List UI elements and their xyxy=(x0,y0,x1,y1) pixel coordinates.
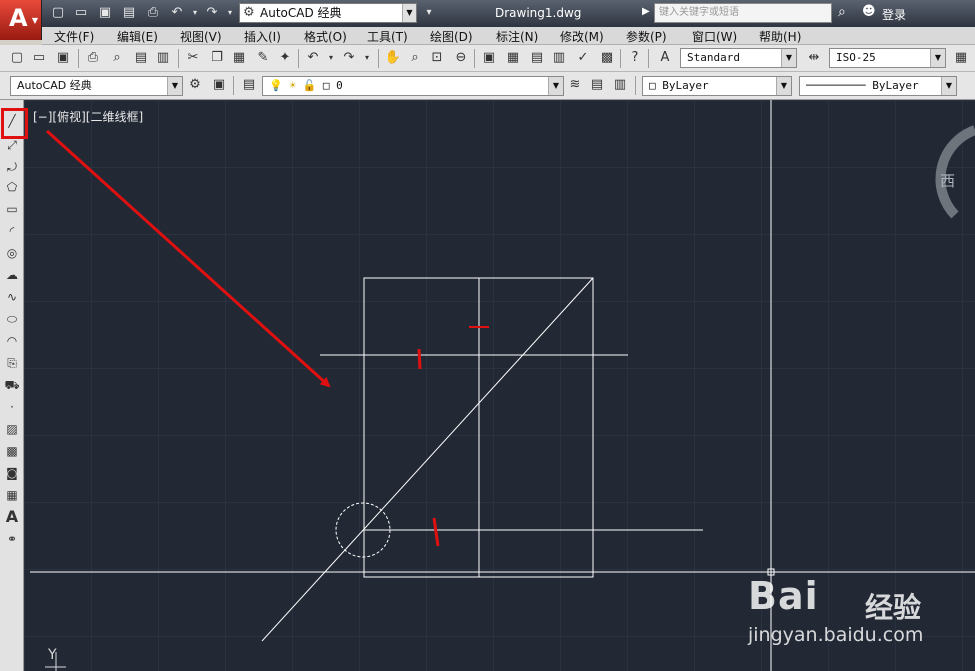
watermark-logo: Bai xyxy=(748,574,819,618)
watermark-suffix: 经验 xyxy=(865,591,922,624)
diagonal-line[interactable] xyxy=(261,277,594,642)
annotation-arrow xyxy=(45,129,331,388)
viewcube-west[interactable]: 西 xyxy=(940,170,955,191)
red-mark xyxy=(432,517,440,547)
line-tool-highlight xyxy=(1,108,28,139)
drawing-geometry xyxy=(30,100,975,671)
watermark-url: jingyan.baidu.com xyxy=(748,624,924,646)
viewport-controls[interactable]: [−][俯视][二维线框] xyxy=(33,108,143,125)
red-mark xyxy=(417,348,422,370)
ucs-y-label: Y xyxy=(48,647,57,663)
